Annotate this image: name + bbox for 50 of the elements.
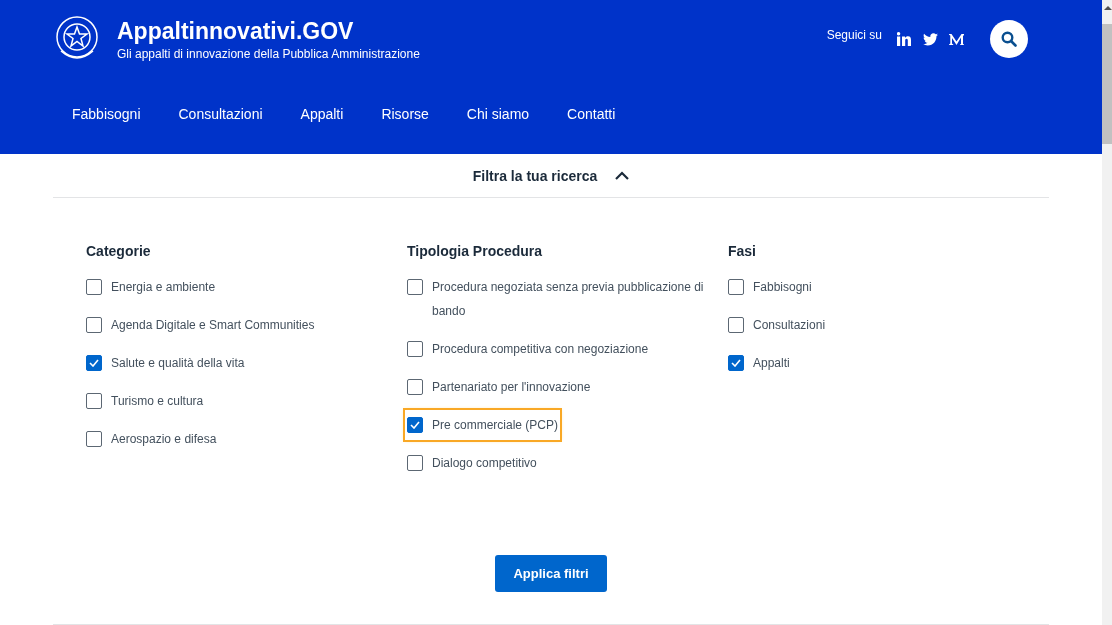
twitter-icon[interactable]	[923, 32, 938, 46]
filter-option[interactable]: Consultazioni	[726, 310, 828, 340]
medium-icon[interactable]	[949, 33, 964, 45]
filter-option[interactable]: Dialogo competitivo	[405, 448, 539, 478]
nav-link[interactable]: Chi siamo	[447, 94, 549, 134]
filter-option[interactable]: Pre commerciale (PCP)	[405, 410, 561, 440]
nav-link[interactable]: Contatti	[548, 94, 635, 134]
checkbox[interactable]	[407, 417, 423, 433]
filter-option[interactable]: Partenariato per l'innovazione	[405, 372, 593, 402]
filter-group-title: Tipologia Procedura	[407, 243, 544, 259]
filter-option[interactable]: Procedura competitiva con negoziazione	[405, 334, 651, 364]
filter-option[interactable]: Fabbisogni	[726, 272, 814, 302]
checkmark-icon	[89, 359, 99, 367]
site-title[interactable]: Appaltinnovativi.GOV	[117, 17, 420, 45]
filter-option[interactable]: Appalti	[726, 348, 792, 378]
search-icon	[1001, 31, 1017, 47]
checkbox[interactable]	[407, 379, 423, 395]
checkbox[interactable]	[728, 317, 744, 333]
checkbox[interactable]	[407, 341, 423, 357]
filter-option[interactable]: Agenda Digitale e Smart Communities	[84, 310, 317, 340]
checkbox[interactable]	[728, 355, 744, 371]
scrollbar[interactable]	[1102, 0, 1112, 625]
chevron-icon	[615, 171, 630, 180]
checkbox[interactable]	[407, 455, 423, 471]
nav-link[interactable]: Appalti	[281, 94, 363, 134]
checkmark-icon	[731, 359, 741, 367]
filter-group-title: Fasi	[728, 243, 757, 259]
checkbox[interactable]	[86, 431, 102, 447]
filter-option[interactable]: Salute e qualità della vita	[84, 348, 247, 378]
checkbox[interactable]	[728, 279, 744, 295]
site-subtitle: Gli appalti di innovazione della Pubblica Amministrazione	[117, 46, 420, 61]
checkbox[interactable]	[86, 317, 102, 333]
filter-option[interactable]: Aerospazio e difesa	[84, 424, 219, 454]
linkedin-icon[interactable]	[897, 32, 912, 46]
checkbox[interactable]	[86, 279, 102, 295]
checkbox[interactable]	[86, 355, 102, 371]
apply-filters-button[interactable]: Applica filtri	[495, 555, 607, 592]
checkmark-icon	[410, 421, 420, 429]
social-label: Seguici su	[826, 28, 882, 42]
nav-link[interactable]: Risorse	[362, 94, 448, 134]
filter-option[interactable]: Turismo e cultura	[84, 386, 206, 416]
filter-option[interactable]: Procedura negoziata senza previa pubblicazione di bando	[405, 272, 709, 326]
checkbox[interactable]	[86, 393, 102, 409]
checkbox[interactable]	[407, 279, 423, 295]
nav-link[interactable]: Consultazioni	[159, 94, 282, 134]
filter-group-title: Categorie	[86, 243, 152, 259]
search-button[interactable]	[990, 20, 1028, 58]
filter-option[interactable]: Energia e ambiente	[84, 272, 218, 302]
nav-link[interactable]: Fabbisogni	[53, 94, 160, 134]
filter-toggle[interactable]: Filtra la tua ricerca	[53, 154, 1049, 198]
